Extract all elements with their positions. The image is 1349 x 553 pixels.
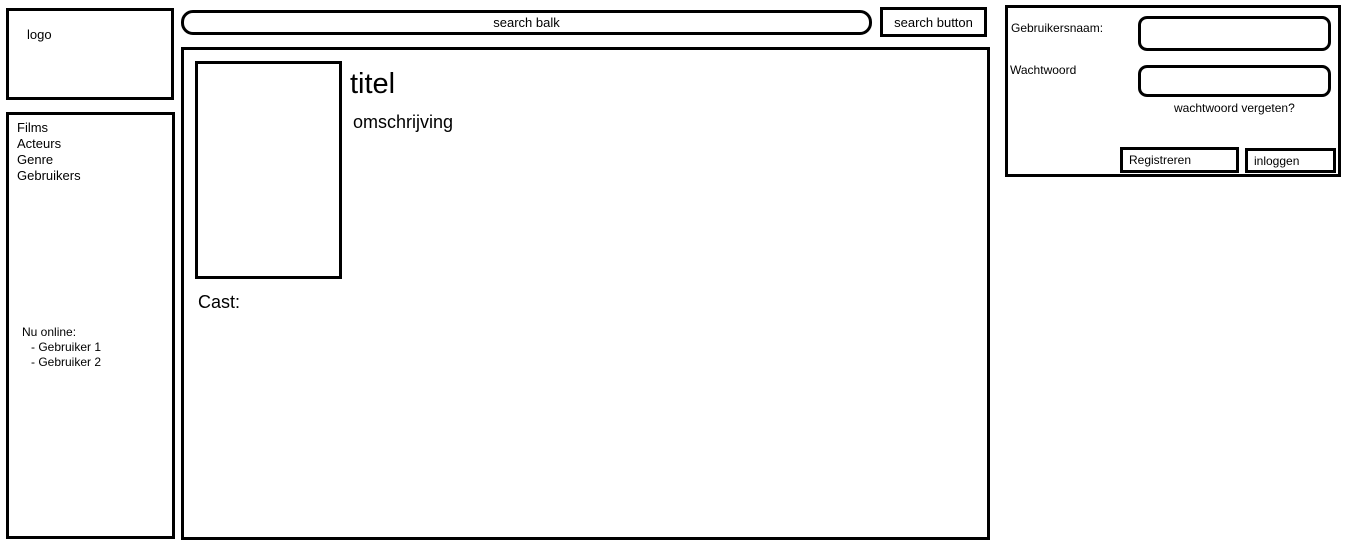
register-button[interactable]: Registreren xyxy=(1120,147,1239,173)
password-field[interactable] xyxy=(1138,65,1331,97)
online-user[interactable]: - Gebruiker 2 xyxy=(22,355,101,370)
logo: logo xyxy=(27,27,52,42)
poster-image xyxy=(195,61,342,279)
search-button[interactable]: search button xyxy=(880,7,987,37)
sidebar-nav: Films Acteurs Genre Gebruikers xyxy=(17,120,81,184)
online-user[interactable]: - Gebruiker 1 xyxy=(22,340,101,355)
online-users-list: - Gebruiker 1 - Gebruiker 2 xyxy=(22,340,101,370)
forgot-password-link[interactable]: wachtwoord vergeten? xyxy=(1174,101,1295,115)
movie-description: omschrijving xyxy=(353,112,454,132)
login-button[interactable]: inloggen xyxy=(1245,148,1336,173)
sidebar-item-genre[interactable]: Genre xyxy=(17,152,81,168)
password-label: Wachtwoord xyxy=(1010,63,1077,77)
online-heading: Nu online: xyxy=(22,325,77,339)
main-content: titel omschrijving Cast: xyxy=(181,47,990,540)
sidebar-item-gebruikers[interactable]: Gebruikers xyxy=(17,168,81,184)
online-users-panel: Nu online: - Gebruiker 1 - Gebruiker 2 xyxy=(22,325,101,370)
username-field[interactable] xyxy=(1138,16,1331,51)
login-panel: Gebruikersnaam: Wachtwoord wachtwoord ve… xyxy=(1005,5,1341,177)
search-input[interactable] xyxy=(181,10,872,35)
sidebar-item-acteurs[interactable]: Acteurs xyxy=(17,136,81,152)
logo-box[interactable]: logo xyxy=(6,8,174,100)
movie-title: titel xyxy=(350,68,396,100)
username-label: Gebruikersnaam: xyxy=(1011,21,1104,35)
sidebar-item-films[interactable]: Films xyxy=(17,120,81,136)
cast-label: Cast: xyxy=(198,292,241,312)
sidebar: Films Acteurs Genre Gebruikers Nu online… xyxy=(6,112,175,539)
